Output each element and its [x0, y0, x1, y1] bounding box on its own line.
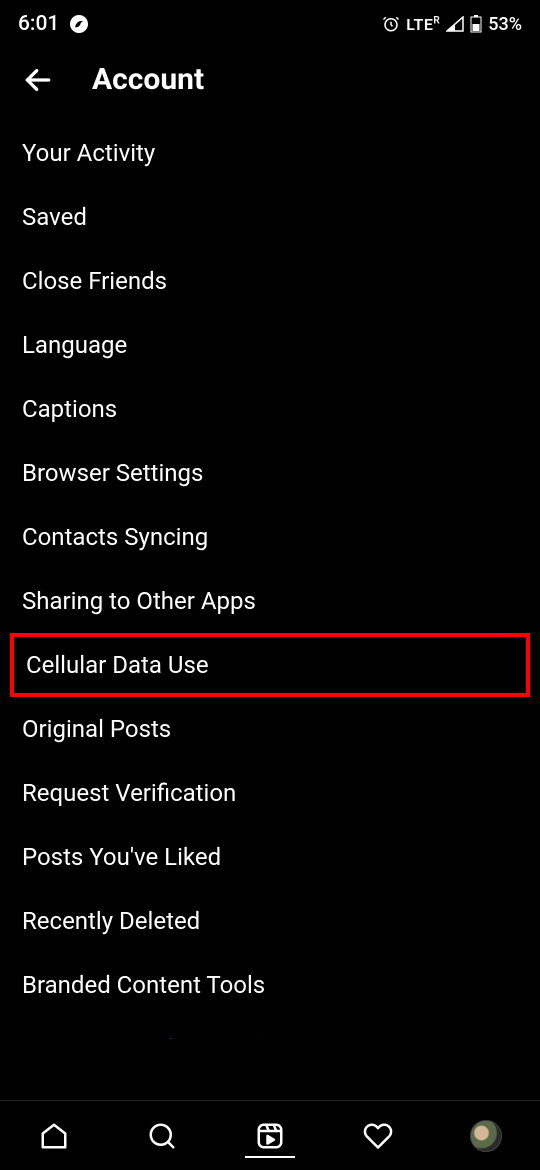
menu-item-branded-content-tools[interactable]: Branded Content Tools	[0, 953, 540, 1017]
home-icon	[39, 1121, 69, 1151]
nav-search[interactable]	[108, 1101, 216, 1170]
app-bar: Account	[0, 44, 540, 121]
status-bar-left: 6:01	[18, 12, 89, 36]
search-icon	[147, 1121, 177, 1151]
menu-item-captions[interactable]: Captions	[0, 377, 540, 441]
bottom-navigation	[0, 1100, 540, 1170]
network-type: LTER	[406, 15, 440, 34]
menu-item-request-verification[interactable]: Request Verification	[0, 761, 540, 825]
avatar	[470, 1120, 502, 1152]
menu-item-contacts-syncing[interactable]: Contacts Syncing	[0, 505, 540, 569]
nav-reels[interactable]	[216, 1101, 324, 1170]
alarm-icon	[382, 15, 400, 33]
menu-item-switch-professional[interactable]: Switch to Professional Account	[0, 1017, 540, 1039]
status-bar-right: LTER 53%	[382, 14, 522, 35]
heart-icon	[363, 1121, 393, 1151]
menu-item-posts-youve-liked[interactable]: Posts You've Liked	[0, 825, 540, 889]
signal-icon	[446, 16, 464, 32]
menu-item-cellular-data-use-highlight: Cellular Data Use	[10, 633, 530, 697]
menu-item-original-posts[interactable]: Original Posts	[0, 697, 540, 761]
battery-icon	[470, 15, 482, 33]
menu-item-cellular-data-use[interactable]: Cellular Data Use	[10, 633, 530, 697]
status-time: 6:01	[18, 12, 59, 36]
menu-item-saved[interactable]: Saved	[0, 185, 540, 249]
menu-item-close-friends[interactable]: Close Friends	[0, 249, 540, 313]
status-bar: 6:01 LTER	[0, 0, 540, 44]
page-title: Account	[92, 62, 204, 97]
reels-icon	[255, 1121, 285, 1151]
nav-profile[interactable]	[432, 1101, 540, 1170]
menu-list: Your Activity Saved Close Friends Langua…	[0, 121, 540, 1039]
nav-activity[interactable]	[324, 1101, 432, 1170]
menu-item-recently-deleted[interactable]: Recently Deleted	[0, 889, 540, 953]
menu-item-sharing-to-other-apps[interactable]: Sharing to Other Apps	[0, 569, 540, 633]
back-button[interactable]	[22, 64, 54, 96]
menu-item-language[interactable]: Language	[0, 313, 540, 377]
menu-item-browser-settings[interactable]: Browser Settings	[0, 441, 540, 505]
nav-home[interactable]	[0, 1101, 108, 1170]
carrier-icon	[69, 14, 89, 34]
menu-item-your-activity[interactable]: Your Activity	[0, 121, 540, 185]
battery-percentage: 53%	[488, 14, 522, 35]
